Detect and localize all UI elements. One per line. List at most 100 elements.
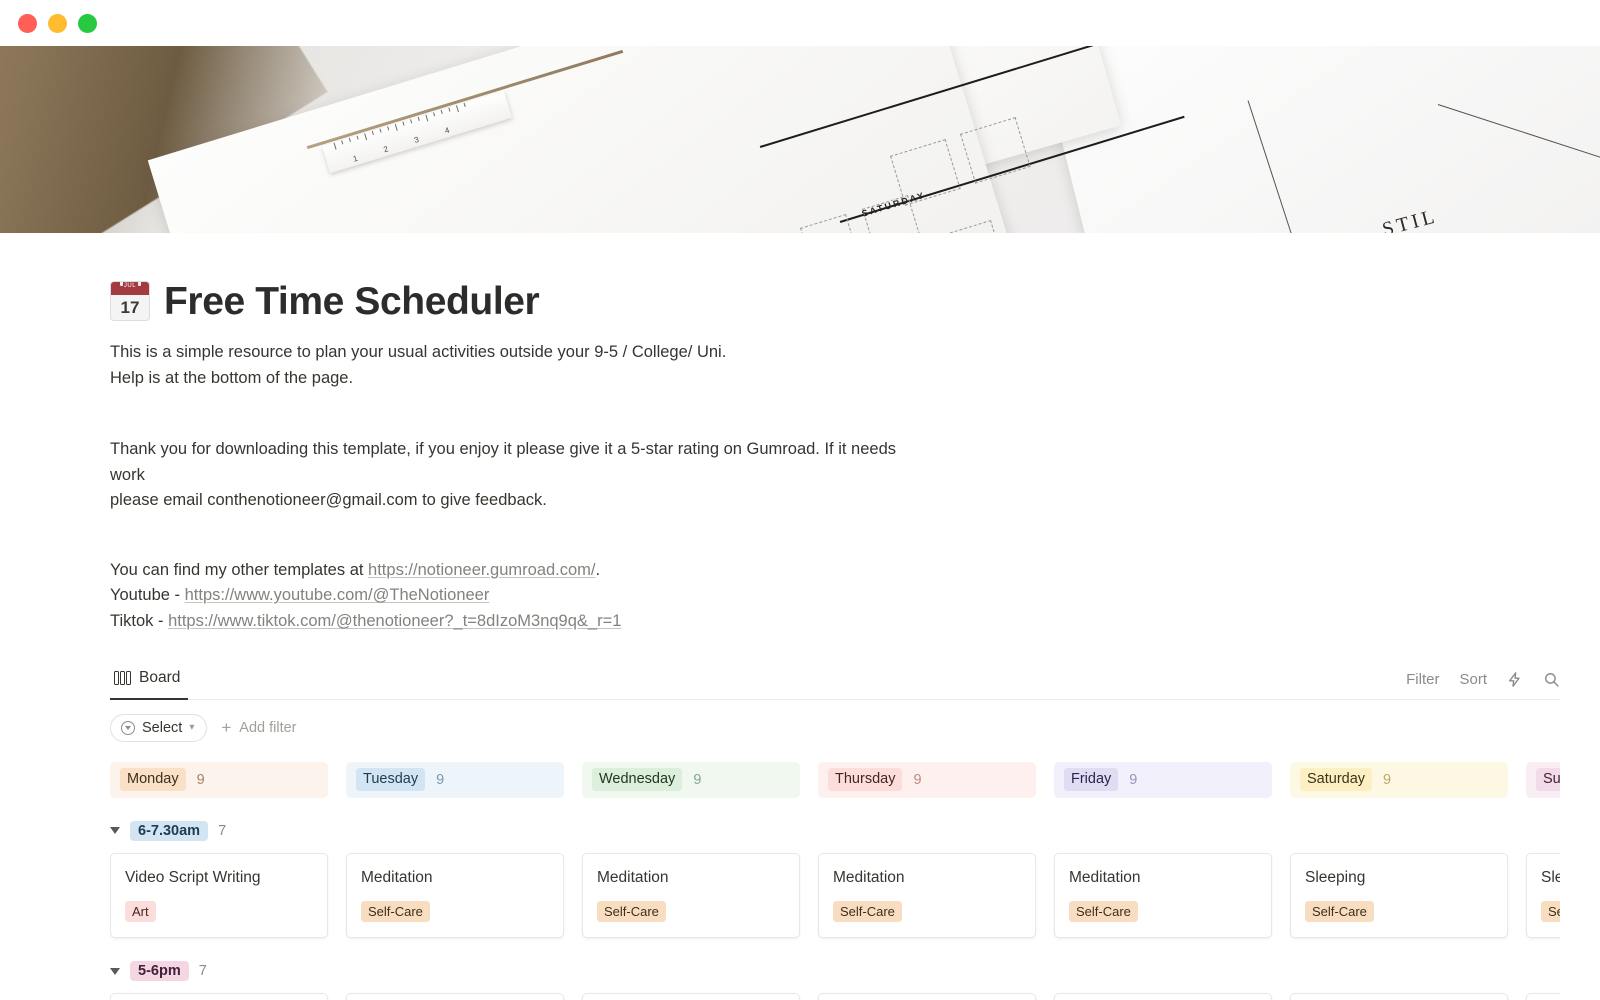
board-card[interactable]: Video Script Writing Art xyxy=(110,852,328,939)
tiktok-link[interactable]: https://www.tiktok.com/@thenotioneer?_t=… xyxy=(168,612,621,630)
card-slot: Rest / Food ShoppingFamily xyxy=(110,993,328,1000)
column-count: 9 xyxy=(436,771,445,788)
calendar-icon[interactable]: JUL 17 xyxy=(110,281,150,321)
intro-paragraph[interactable]: This is a simple resource to plan your u… xyxy=(110,340,1560,391)
card-title: Video Script Writing xyxy=(125,868,261,886)
collapse-triangle-icon[interactable] xyxy=(110,827,120,834)
board-column-wednesday[interactable]: Wednesday 9 xyxy=(582,761,800,798)
board-column-sunday[interactable]: Sunday9 xyxy=(1526,761,1560,798)
youtube-link[interactable]: https://www.youtube.com/@TheNotioneer xyxy=(185,586,490,604)
column-label: Tuesday xyxy=(356,768,426,791)
group-count: 7 xyxy=(198,963,207,980)
board-column-thursday[interactable]: Thursday 9 xyxy=(818,761,1036,798)
board-card[interactable]: Meditation Self-Care xyxy=(582,852,800,939)
page-body: JUL 17 Free Time Scheduler This is a sim… xyxy=(0,281,1600,1000)
card-slot: Fireaway Pizza with GFRelationship xyxy=(346,993,564,1000)
card-title: Meditation xyxy=(833,868,905,886)
board-group-0: 6-7.30am 7 Video Script Writing Art Meditati… xyxy=(110,820,1560,939)
filter-button[interactable]: Filter xyxy=(1406,671,1439,688)
card-slot: Meditation Self-Care xyxy=(582,852,800,939)
card-slot: The Chosen with GFGod xyxy=(1290,993,1508,1000)
board-card[interactable]: The Chosen with GFGod xyxy=(1290,993,1508,1000)
collapse-triangle-icon[interactable] xyxy=(110,967,120,975)
group-header[interactable]: 5-6pm 7 xyxy=(110,960,1560,982)
database-toolbar: Filter Sort xyxy=(1406,671,1560,699)
board-column-monday[interactable]: Monday 9 xyxy=(110,761,328,798)
board-column-tuesday[interactable]: Tuesday 9 xyxy=(346,761,564,798)
card-tag: Self-Care xyxy=(597,900,666,923)
tiktok-line: Tiktok - https://www.tiktok.com/@thenoti… xyxy=(110,609,1560,635)
ruler-number-1: 1 xyxy=(351,153,359,164)
minimize-window-button[interactable] xyxy=(48,13,67,33)
board-card[interactable]: Sleeping Self-Care xyxy=(1290,852,1508,939)
gumroad-link[interactable]: https://notioneer.gumroad.com/ xyxy=(368,561,595,579)
maximize-window-button[interactable] xyxy=(78,13,97,33)
card-slot: See BrotherFamily xyxy=(818,993,1036,1000)
card-title: Sleeping xyxy=(1541,868,1560,886)
select-filter-chip[interactable]: Select ▾ xyxy=(110,713,208,742)
ruler-number-2: 2 xyxy=(382,144,390,155)
thanks-paragraph[interactable]: Thank you for downloading this template,… xyxy=(110,437,925,514)
group-label: 5-6pm xyxy=(130,961,189,982)
calendar-icon-day: 17 xyxy=(120,297,140,317)
templates-prefix: You can find my other templates at xyxy=(110,560,369,579)
ruler-number-4: 4 xyxy=(443,125,451,136)
card-slot: Sabbath ShoppingGod xyxy=(1054,993,1272,1000)
board-card[interactable]: Meditation Self-Care xyxy=(1054,852,1272,939)
search-icon[interactable] xyxy=(1543,671,1560,688)
card-tag: Self-Care xyxy=(833,900,902,923)
card-tag: Self-Care xyxy=(361,900,430,923)
board-card[interactable]: See BrotherFamily xyxy=(818,993,1036,1000)
board-card[interactable]: FreeFree TIme xyxy=(1526,993,1560,1000)
board-scroll-container[interactable]: Monday 9 Tuesday 9 Wednesday 9 Thursday 9 Friday… xyxy=(110,742,1560,1000)
card-title: Meditation xyxy=(597,868,669,886)
board-column-saturday[interactable]: Saturday 9 xyxy=(1290,761,1508,798)
card-title: Meditation xyxy=(361,868,433,886)
column-count: 9 xyxy=(196,771,205,788)
automations-bolt-icon[interactable] xyxy=(1507,671,1523,688)
board-view-icon xyxy=(114,670,131,685)
templates-line: You can find my other templates at https… xyxy=(110,558,1560,584)
column-count: 9 xyxy=(693,771,702,788)
tab-board[interactable]: Board xyxy=(110,665,189,700)
column-label: Friday xyxy=(1064,768,1119,791)
thanks-line-2: please email conthenotioneer@gmail.com t… xyxy=(110,491,547,510)
board-card[interactable]: Sleeping Self-Care xyxy=(1526,852,1560,939)
column-count: 9 xyxy=(1383,771,1392,788)
close-window-button[interactable] xyxy=(18,13,37,33)
group-header[interactable]: 6-7.30am 7 xyxy=(110,820,1560,842)
page-title[interactable]: Free Time Scheduler xyxy=(164,282,540,321)
card-tag: Self-Care xyxy=(1541,900,1560,923)
board-card[interactable]: Fireaway Pizza with GFRelationship xyxy=(346,993,564,1000)
add-filter-button[interactable]: + Add filter xyxy=(221,719,296,736)
board-card[interactable]: Rest /Family xyxy=(582,993,800,1000)
card-tag: Self-Care xyxy=(1305,900,1374,923)
card-slot: Meditation Self-Care xyxy=(818,852,1036,939)
tab-board-label: Board xyxy=(139,668,181,686)
board-card[interactable]: Meditation Self-Care xyxy=(818,852,1036,939)
board-column-headers: Monday 9 Tuesday 9 Wednesday 9 Thursday 9 Friday… xyxy=(110,761,1560,798)
sort-button[interactable]: Sort xyxy=(1459,671,1487,688)
youtube-line: Youtube - https://www.youtube.com/@TheNo… xyxy=(110,583,1560,609)
select-filter-icon xyxy=(121,720,135,735)
card-slot: Meditation Self-Care xyxy=(346,852,564,939)
board-group-1: 5-6pm 7 Rest / Food ShoppingFamily Fireaway… xyxy=(110,960,1560,1000)
card-title: Sleeping xyxy=(1305,868,1366,886)
board-card[interactable]: Sabbath ShoppingGod xyxy=(1054,993,1272,1000)
group-cards-row: Rest / Food ShoppingFamily Fireaway Pizza… xyxy=(110,993,1560,1000)
plus-icon: + xyxy=(221,718,232,737)
column-label: Thursday xyxy=(828,768,903,791)
board-card[interactable]: Meditation Self-Care xyxy=(346,852,564,939)
column-count: 9 xyxy=(913,771,922,788)
card-slot: FreeFree TIme xyxy=(1526,993,1560,1000)
board-card[interactable]: Rest / Food ShoppingFamily xyxy=(110,993,328,1000)
window-titlebar xyxy=(0,0,1600,46)
thanks-line-1: Thank you for downloading this template,… xyxy=(110,440,897,484)
templates-suffix: . xyxy=(595,560,601,579)
card-slot: Meditation Self-Care xyxy=(1054,852,1272,939)
column-label: Wednesday xyxy=(592,768,683,791)
page-cover-image[interactable]: 1 2 3 4 FRIDAY SATURDAY STIL xyxy=(0,46,1600,233)
board-column-friday[interactable]: Friday 9 xyxy=(1054,761,1272,798)
view-tabs: Board xyxy=(110,665,189,700)
intro-line-2: Help is at the bottom of the page. xyxy=(110,368,354,387)
